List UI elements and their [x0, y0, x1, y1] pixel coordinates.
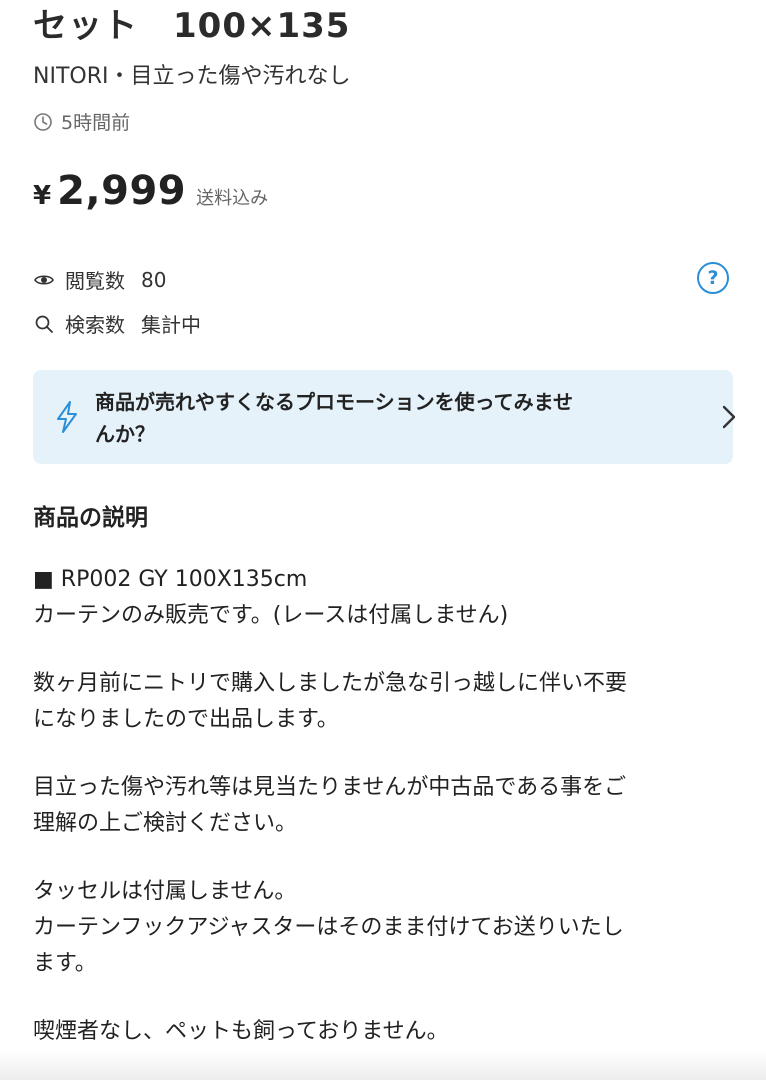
search-icon	[35, 315, 53, 333]
views-stat: 閲覧数 80	[33, 265, 166, 294]
bottom-fade	[0, 1050, 766, 1080]
description-line: 数ヶ月前にニトリで購入しましたが急な引っ越しに伴い不要	[33, 671, 628, 696]
promotion-text: 商品が売れやすくなるプロモーションを使ってみませ んか？	[95, 386, 655, 450]
price-row: ¥ 2,999 送料込み	[33, 168, 268, 214]
item-title: セット 100×135	[33, 6, 351, 46]
description-heading: 商品の説明	[33, 505, 148, 531]
description-line: カーテンのみ販売です。(レースは付属しません)	[33, 603, 509, 628]
search-label: 検索数	[65, 313, 125, 337]
description-gap	[33, 738, 733, 770]
description-line: タッセルは付属しません。	[33, 879, 297, 904]
promotion-text-line2: んか？	[95, 422, 155, 446]
posted-time: 5時間前	[33, 108, 130, 135]
eye-icon	[34, 274, 54, 285]
help-icon[interactable]: ?	[697, 262, 729, 294]
description-line: 目立った傷や汚れ等は見当たりませんが中古品である事をご	[33, 775, 627, 800]
description-line: になりましたので出品します。	[33, 707, 339, 732]
description-gap	[33, 842, 733, 874]
description-line: カーテンフックアジャスターはそのまま付けてお送りいたし	[33, 915, 624, 940]
description-line: 理解の上ご検討ください。	[33, 811, 298, 836]
promotion-banner[interactable]: 商品が売れやすくなるプロモーションを使ってみませ んか？	[33, 370, 736, 464]
promotion-text-line1: 商品が売れやすくなるプロモーションを使ってみませ	[95, 390, 573, 414]
description-line: ■ RP002 GY 100X135cm	[33, 567, 308, 592]
search-stat: 検索数 集計中	[33, 309, 201, 338]
description-line: ます。	[33, 951, 97, 976]
item-detail-page: セット 100×135 NITORI・目立った傷や汚れなし 5時間前 ¥ 2,9…	[0, 0, 766, 1080]
search-value: 集計中	[141, 313, 201, 337]
description-line: 喫煙者なし、ペットも飼っておりません。	[33, 1019, 449, 1044]
views-value: 80	[141, 267, 167, 292]
views-label: 閲覧数	[65, 269, 125, 293]
lightning-icon	[57, 401, 77, 433]
currency-symbol: ¥	[33, 181, 52, 211]
description-gap	[33, 634, 733, 666]
description-body: ■ RP002 GY 100X135cm カーテンのみ販売です。(レースは付属し…	[33, 562, 733, 1050]
clock-icon	[34, 112, 52, 131]
chevron-right-icon	[722, 405, 736, 429]
description-gap	[33, 982, 733, 1014]
posted-time-text: 5時間前	[61, 112, 131, 134]
item-brand-condition: NITORI・目立った傷や汚れなし	[33, 64, 351, 89]
price-value: 2,999	[57, 168, 187, 214]
shipping-note: 送料込み	[196, 188, 269, 209]
